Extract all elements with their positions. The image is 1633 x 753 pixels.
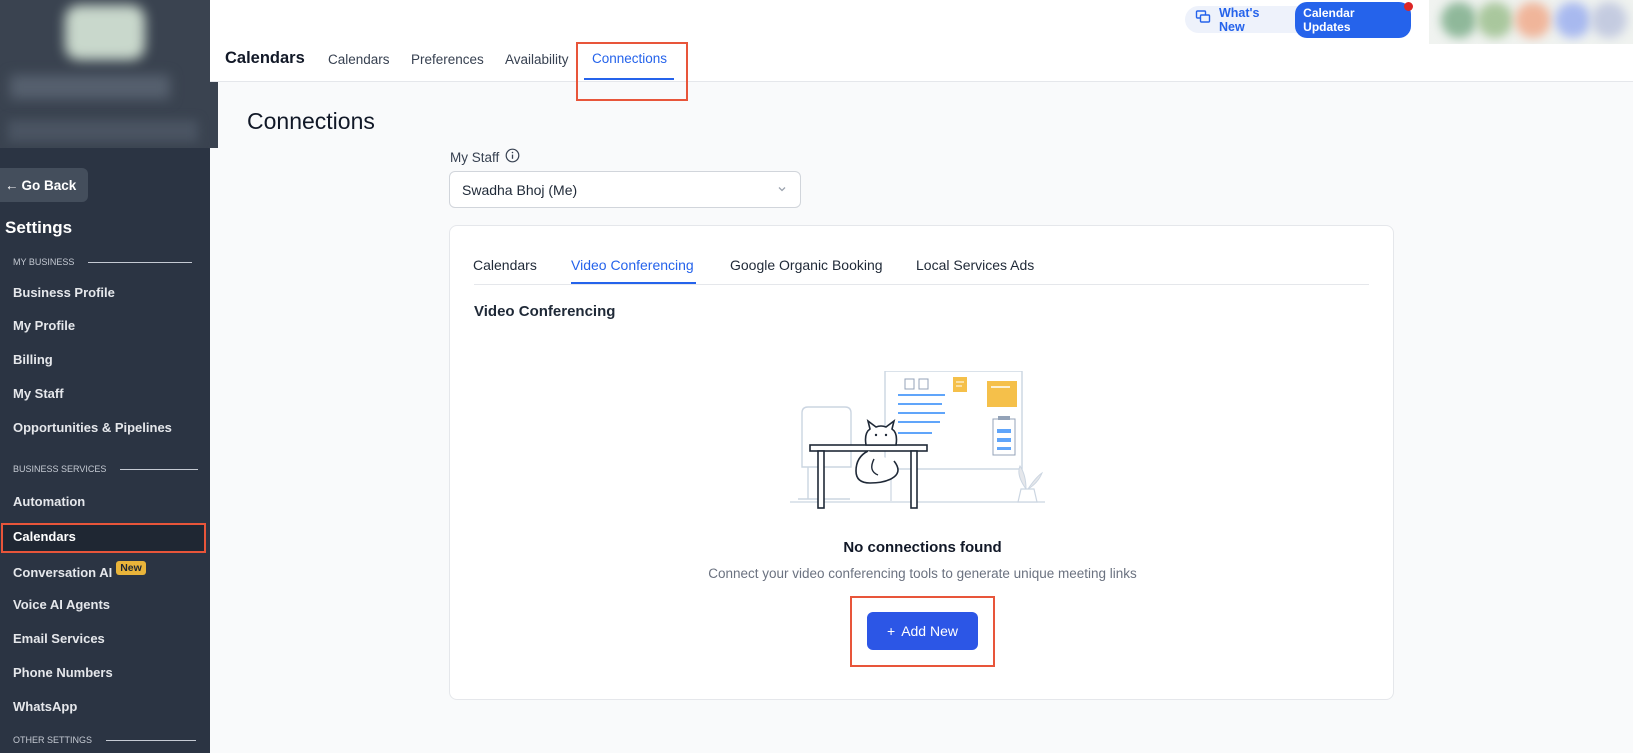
arrow-left-icon: ← (5, 177, 19, 193)
empty-state-title: No connections found (843, 539, 1002, 556)
avatar[interactable] (1441, 2, 1477, 38)
avatar[interactable] (1591, 2, 1627, 38)
sidebar-title: Settings (5, 218, 73, 237)
staff-select[interactable]: Swadha Bhoj (Me) (449, 171, 801, 208)
sidebar-item-calendars[interactable]: Calendars (13, 527, 76, 547)
empty-state-illustration (790, 370, 1050, 526)
tab-preferences[interactable]: Preferences (411, 52, 484, 67)
page-header-title: Calendars (225, 49, 305, 67)
divider (88, 261, 193, 263)
tab-video-conferencing[interactable]: Video Conferencing (571, 257, 694, 273)
notification-dot (1404, 2, 1413, 11)
user-avatars[interactable] (1429, 0, 1633, 44)
sidebar-account-area (0, 0, 218, 148)
chevron-down-icon (776, 182, 788, 198)
new-badge: New (116, 561, 146, 575)
section-business-services: BUSINESS SERVICES (13, 464, 199, 474)
section-my-business: MY BUSINESS (13, 257, 193, 267)
plus-icon: + (887, 623, 896, 639)
divider (120, 468, 199, 470)
avatar[interactable] (1515, 2, 1551, 38)
divider (106, 739, 197, 741)
sidebar-item-whatsapp[interactable]: WhatsApp (13, 697, 77, 717)
search-bar[interactable] (8, 120, 198, 142)
tab-google-organic-booking[interactable]: Google Organic Booking (730, 257, 883, 273)
tab-availability[interactable]: Availability (505, 52, 569, 67)
sidebar-item-opportunities[interactable]: Opportunities & Pipelines (13, 418, 172, 438)
sidebar-item-voice-ai-agents[interactable]: Voice AI Agents (13, 595, 110, 615)
tab-card-calendars[interactable]: Calendars (473, 257, 537, 273)
section-title: Video Conferencing (474, 303, 616, 320)
connections-tab-highlight (576, 42, 688, 101)
sidebar-item-my-profile[interactable]: My Profile (13, 316, 75, 336)
top-header: Calendars Calendars Preferences Availabi… (210, 0, 1633, 101)
tab-local-services-ads[interactable]: Local Services Ads (916, 257, 1034, 273)
sidebar-item-automation[interactable]: Automation (13, 492, 85, 512)
avatar[interactable] (1555, 2, 1591, 38)
active-tab-indicator (571, 282, 696, 284)
whats-new-button[interactable]: What's New Calendar Updates (1185, 1, 1411, 38)
sidebar-item-business-profile[interactable]: Business Profile (13, 283, 115, 303)
go-back-button[interactable]: ← Go Back (0, 168, 88, 202)
sidebar-item-label: Conversation AI (13, 565, 113, 580)
avatar[interactable] (1477, 2, 1513, 38)
empty-state-subtitle: Connect your video conferencing tools to… (708, 566, 1137, 581)
sidebar-item-my-staff[interactable]: My Staff (13, 384, 64, 404)
add-new-button[interactable]: + Add New (867, 612, 978, 650)
sidebar-item-billing[interactable]: Billing (13, 350, 53, 370)
account-name (10, 75, 170, 99)
page-title: Connections (247, 108, 375, 134)
calendar-updates-badge[interactable]: Calendar Updates (1295, 1, 1411, 38)
sidebar-item-email-services[interactable]: Email Services (13, 629, 105, 649)
connections-card: Calendars Video Conferencing Google Orga… (449, 225, 1394, 700)
divider (474, 284, 1369, 285)
staff-label: My Staff (450, 148, 520, 166)
sidebar-item-phone-numbers[interactable]: Phone Numbers (13, 663, 113, 683)
company-logo (65, 5, 145, 60)
info-icon[interactable] (505, 148, 520, 166)
sidebar: ← Go Back Settings MY BUSINESS Business … (0, 0, 218, 753)
sidebar-item-conversation-ai[interactable]: Conversation AI New (13, 561, 146, 581)
announcement-icon (1195, 9, 1211, 30)
section-other-settings: OTHER SETTINGS (13, 735, 197, 745)
tab-calendars[interactable]: Calendars (328, 52, 390, 67)
